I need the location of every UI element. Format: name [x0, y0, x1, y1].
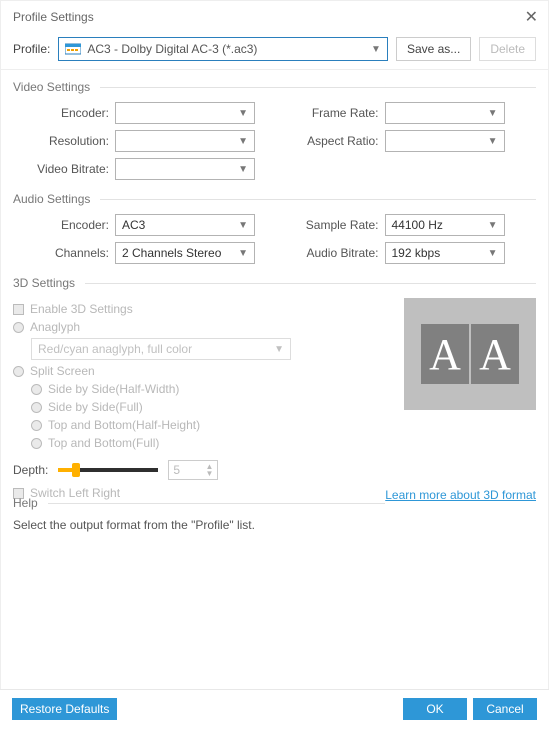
split-screen-radio[interactable]	[13, 366, 24, 377]
slider-thumb[interactable]	[72, 463, 80, 477]
video-bitrate-label: Video Bitrate:	[13, 162, 109, 176]
sbs-full-label: Side by Side(Full)	[48, 400, 143, 414]
chevron-down-icon: ▼	[488, 108, 498, 119]
save-as-button[interactable]: Save as...	[396, 37, 471, 61]
aspect-ratio-label: Aspect Ratio:	[283, 134, 379, 148]
audio-encoder-value: AC3	[122, 218, 145, 232]
divider	[48, 503, 386, 504]
audio-encoder-label: Encoder:	[13, 218, 109, 232]
sbs-full-radio	[31, 402, 42, 413]
audio-bitrate-label: Audio Bitrate:	[283, 246, 379, 260]
preview-a-right: A	[479, 329, 511, 380]
chevron-down-icon: ▼	[238, 136, 248, 147]
audio-bitrate-value: 192 kbps	[392, 246, 441, 260]
depth-label: Depth:	[13, 463, 48, 477]
d3-preview: A A	[404, 298, 536, 410]
close-icon[interactable]: ✕	[525, 7, 538, 27]
chevron-down-icon: ▼	[488, 220, 498, 231]
resolution-label: Resolution:	[13, 134, 109, 148]
divider	[100, 87, 536, 88]
tab-half-radio	[31, 420, 42, 431]
frame-rate-combo[interactable]: ▼	[385, 102, 505, 124]
cancel-button[interactable]: Cancel	[473, 698, 537, 720]
chevron-down-icon: ▼	[274, 344, 284, 355]
video-bitrate-combo[interactable]: ▼	[115, 158, 255, 180]
learn-more-link[interactable]: Learn more about 3D format	[385, 488, 536, 502]
chevron-down-icon: ▼	[238, 164, 248, 175]
ok-button[interactable]: OK	[403, 698, 467, 720]
split-screen-label: Split Screen	[30, 364, 95, 378]
d3-header: 3D Settings	[13, 276, 85, 290]
chevron-down-icon: ▼	[371, 44, 381, 55]
chevron-down-icon: ▼	[488, 248, 498, 259]
help-header: Help	[13, 496, 48, 510]
spinner-arrows-icon[interactable]: ▲▼	[205, 463, 213, 477]
tab-half-label: Top and Bottom(Half-Height)	[48, 418, 200, 432]
depth-slider[interactable]	[58, 468, 158, 472]
channels-combo[interactable]: 2 Channels Stereo ▼	[115, 242, 255, 264]
video-header: Video Settings	[13, 80, 100, 94]
sample-rate-combo[interactable]: 44100 Hz ▼	[385, 214, 505, 236]
sbs-half-radio	[31, 384, 42, 395]
chevron-down-icon: ▼	[488, 136, 498, 147]
enable-3d-checkbox[interactable]	[13, 304, 24, 315]
profile-combo[interactable]: AC3 - Dolby Digital AC-3 (*.ac3) ▼	[58, 37, 388, 61]
chevron-down-icon: ▼	[238, 220, 248, 231]
audio-header: Audio Settings	[13, 192, 100, 206]
chevron-down-icon: ▼	[238, 248, 248, 259]
restore-defaults-button[interactable]: Restore Defaults	[12, 698, 117, 720]
resolution-combo[interactable]: ▼	[115, 130, 255, 152]
depth-spinner[interactable]: 5 ▲▼	[168, 460, 218, 480]
format-icon	[65, 42, 81, 56]
video-encoder-combo[interactable]: ▼	[115, 102, 255, 124]
divider	[100, 199, 536, 200]
preview-a-left: A	[429, 329, 461, 380]
anaglyph-label: Anaglyph	[30, 320, 80, 334]
tab-full-label: Top and Bottom(Full)	[48, 436, 159, 450]
audio-bitrate-combo[interactable]: 192 kbps ▼	[385, 242, 505, 264]
depth-value: 5	[173, 463, 180, 477]
window-title: Profile Settings	[13, 10, 525, 24]
frame-rate-label: Frame Rate:	[283, 106, 379, 120]
enable-3d-label: Enable 3D Settings	[30, 302, 133, 316]
sample-rate-label: Sample Rate:	[283, 218, 379, 232]
video-encoder-label: Encoder:	[13, 106, 109, 120]
profile-label: Profile:	[13, 42, 50, 56]
anaglyph-combo: Red/cyan anaglyph, full color ▼	[31, 338, 291, 360]
tab-full-radio	[31, 438, 42, 449]
anaglyph-radio[interactable]	[13, 322, 24, 333]
aspect-ratio-combo[interactable]: ▼	[385, 130, 505, 152]
divider	[85, 283, 536, 284]
audio-encoder-combo[interactable]: AC3 ▼	[115, 214, 255, 236]
channels-value: 2 Channels Stereo	[122, 246, 221, 260]
chevron-down-icon: ▼	[238, 108, 248, 119]
delete-button: Delete	[479, 37, 536, 61]
sample-rate-value: 44100 Hz	[392, 218, 443, 232]
channels-label: Channels:	[13, 246, 109, 260]
profile-value: AC3 - Dolby Digital AC-3 (*.ac3)	[87, 42, 257, 56]
sbs-half-label: Side by Side(Half-Width)	[48, 382, 179, 396]
anaglyph-value: Red/cyan anaglyph, full color	[38, 342, 192, 356]
help-text: Select the output format from the "Profi…	[13, 518, 536, 532]
